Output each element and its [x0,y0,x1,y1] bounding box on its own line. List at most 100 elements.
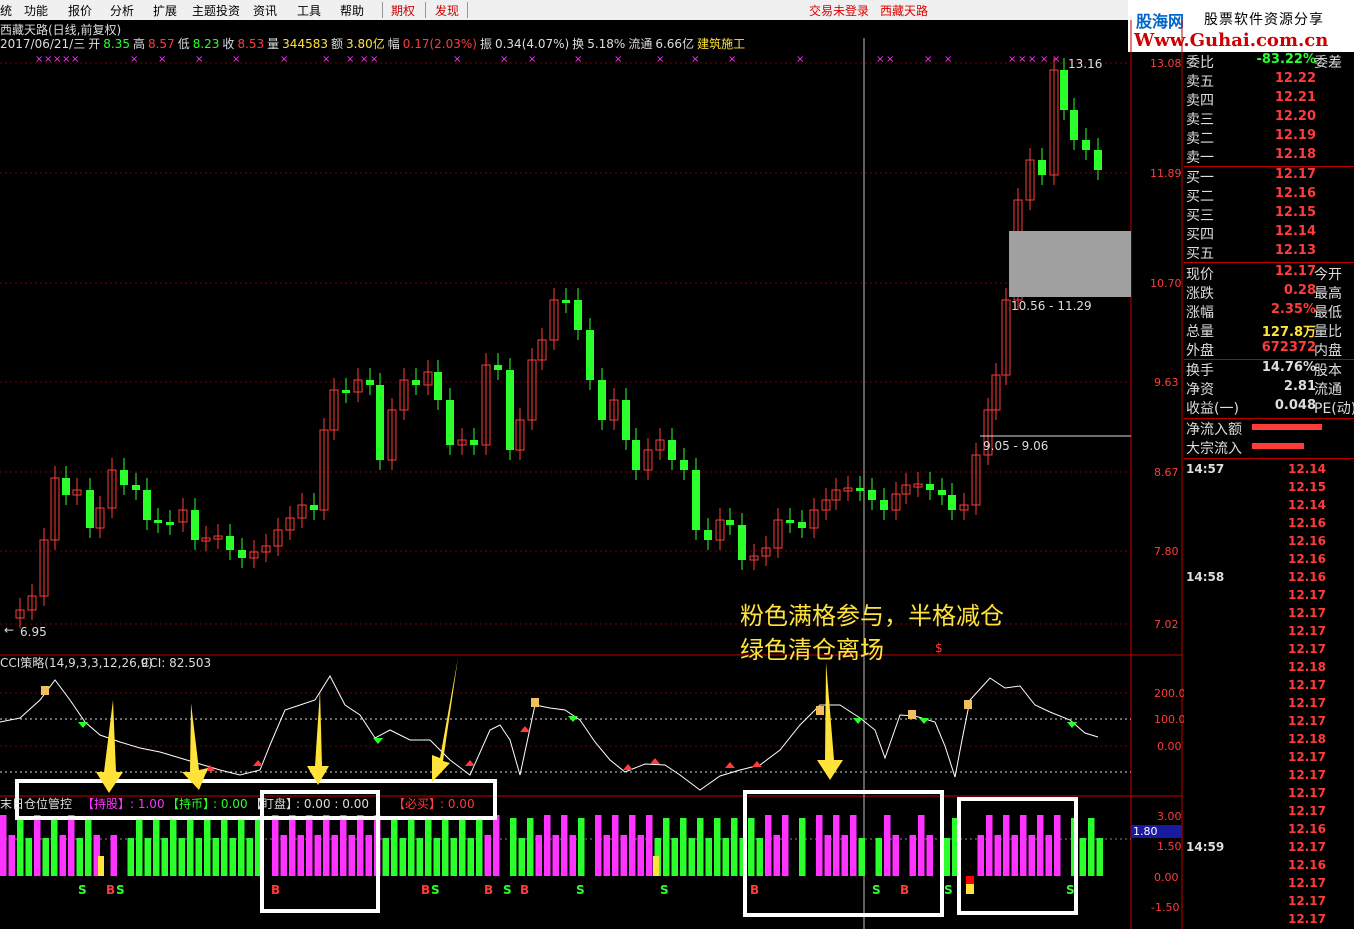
cci-title: CCI策略(14,9,3,3,12,26,9) [0,655,153,670]
ask-price: 12.18 [1274,147,1316,162]
position-bar [595,815,602,876]
ask-row[interactable]: 卖一 12.18 [1184,147,1354,166]
wait-value: : 0.00 [213,797,248,811]
position-bar [178,838,185,876]
price-range-upper-label: 10.56 - 11.29 [1011,299,1092,313]
position-bar [527,818,534,876]
position-tick: -1.50 [1151,901,1179,914]
candle-body [412,380,420,385]
ask-row[interactable]: 卖二 12.19 [1184,128,1354,147]
bid-row[interactable]: 买四 12.14 [1184,224,1354,243]
candle-body [62,478,70,495]
position-bar [535,835,542,876]
position-bar [1096,838,1103,876]
x-marker-icon: × [1040,54,1048,65]
tick-price: 12.17 [1288,786,1326,800]
candle-body [238,550,246,558]
stat-label: 涨幅 [1186,305,1214,321]
position-bar [731,818,738,876]
position-bar [467,838,474,876]
x-marker-icon: × [1018,54,1026,65]
position-bar [68,815,75,876]
position-bar [110,835,117,876]
stat-label: 收益(一) [1186,401,1239,417]
up-arrow-icon [520,726,530,732]
price-tick: 7.80 [1154,545,1179,558]
stat-label: 涨跌 [1186,286,1214,302]
tick-price: 12.17 [1288,876,1326,890]
tick-price: 12.18 [1288,660,1326,674]
stat-extra: 内盘 [1314,343,1342,359]
position-bar [714,818,721,876]
candle-body [726,520,734,525]
position-bar [238,818,245,876]
position-bar [25,838,32,876]
position-bar [34,815,41,876]
position-bar [612,815,619,876]
kline-chart[interactable]: 13.08 11.89 10.70 9.63 8.67 7.80 7.02 × ×… [0,0,1184,929]
down-arrow-icon [373,738,383,744]
stat-row: 外盘 672372 内盘 [1184,340,1354,359]
x-marker-icon: × [876,54,884,65]
candle-body [586,330,594,380]
position-bar [1011,835,1018,876]
stat-value: 672372 [1261,340,1316,355]
candle-body [154,520,162,523]
bid-row[interactable]: 买二 12.16 [1184,186,1354,205]
trade-signal-label: B [106,883,115,897]
position-bar [705,838,712,876]
up-arrow-icon [465,760,475,766]
watch-value: : 0.00 : 0.00 [296,797,369,811]
position-bar [365,835,372,876]
bid-row[interactable]: 买三 12.15 [1184,205,1354,224]
order-ratio-extra: 委差 [1314,55,1342,71]
ask-label: 卖三 [1186,112,1214,128]
candle-body [1070,110,1078,140]
position-bar [221,818,228,876]
candle-body [191,510,199,540]
position-bar [42,838,49,876]
up-arrow-icon [253,760,263,766]
trade-signal-label: S [944,883,953,897]
stat-extra: 量比 [1314,324,1342,340]
candle-body [1082,140,1090,150]
position-bar [59,835,66,876]
candle-body [926,484,934,490]
position-bar [382,838,389,876]
x-marker-icon: × [1052,54,1060,65]
ask-row[interactable]: 卖五 12.22 [1184,71,1354,90]
position-bar [1088,818,1095,876]
tick-price: 12.17 [1288,588,1326,602]
x-marker-icon: × [195,54,203,65]
bid-price: 12.16 [1274,186,1316,201]
position-bar [909,835,916,876]
tick-time: 14:57 [1186,462,1225,476]
x-marker-icon: × [232,54,240,65]
bid-row[interactable]: 买五 12.13 [1184,243,1354,262]
ask-price: 12.19 [1274,128,1316,143]
position-bar [153,818,160,876]
tick-price: 12.17 [1288,912,1326,926]
position-bar [518,838,525,876]
ask-row[interactable]: 卖三 12.20 [1184,109,1354,128]
candle-body [132,485,140,490]
bid-row[interactable]: 买一 12.17 [1184,167,1354,186]
hand-icon [531,698,539,707]
position-bar [425,818,432,876]
wait-label: 【持币】 [167,796,215,811]
x-marker-icon: × [158,54,166,65]
x-marker-icon: × [1008,54,1016,65]
position-bar [459,818,466,876]
candle-body [938,490,946,495]
position-bar [1054,815,1061,876]
price-tick: 9.63 [1154,376,1179,389]
candle-body [1060,70,1068,110]
position-bar [697,818,704,876]
tick-price: 12.16 [1288,570,1326,584]
position-bar [1028,835,1035,876]
candle-body [494,365,502,370]
tick-price: 12.16 [1288,858,1326,872]
ask-row[interactable]: 卖四 12.21 [1184,90,1354,109]
position-bar [569,835,576,876]
x-marker-icon: × [614,54,622,65]
